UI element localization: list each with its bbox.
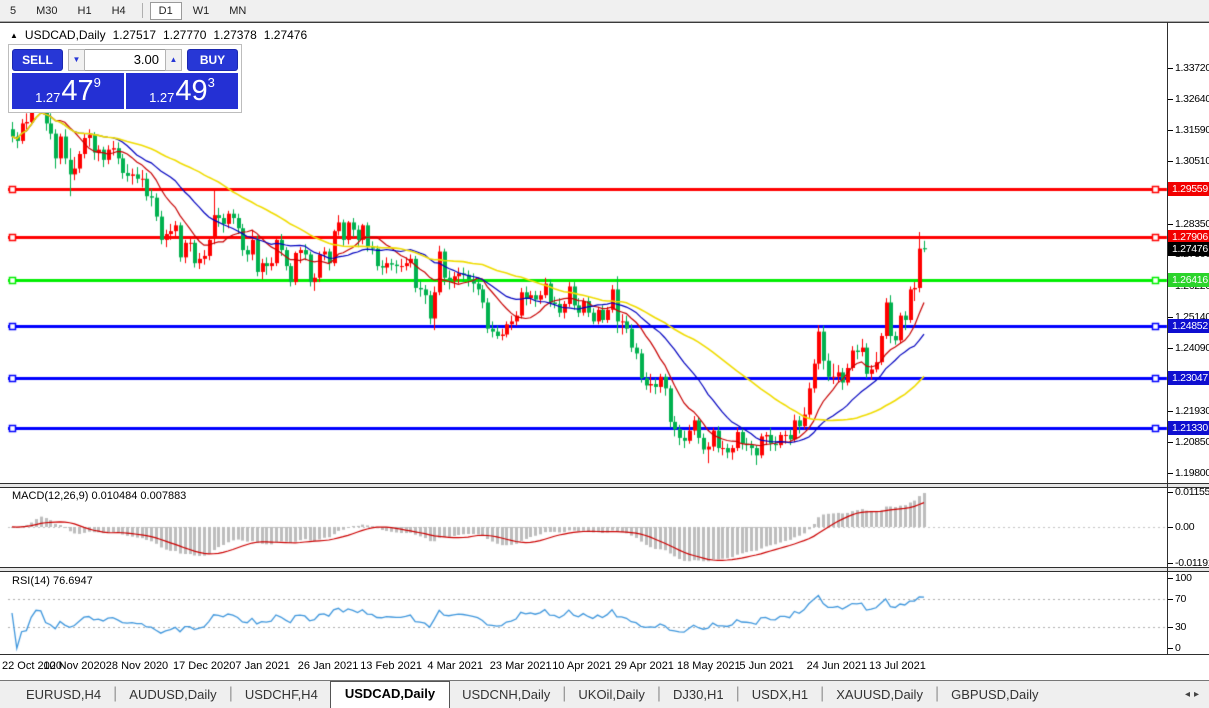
timeframe-button-w1[interactable]: W1 [184, 2, 219, 20]
price-tick: 1.20850 [1175, 435, 1209, 449]
price-tick: 1.30510 [1175, 154, 1209, 168]
price-tick: 1.24090 [1175, 341, 1209, 355]
buy-price-big: 49 [175, 77, 207, 106]
sell-price-display[interactable]: 1.27 47 9 [12, 73, 124, 109]
collapse-panel-icon[interactable]: ▲ [10, 31, 18, 40]
timeframe-button-5[interactable]: 5 [1, 2, 25, 20]
date-tick-label: 4 Mar 2021 [427, 660, 483, 672]
price-level-tag[interactable]: 1.29559 [1168, 182, 1209, 196]
rsi-tick: 100 [1175, 571, 1192, 585]
rsi-tick: 70 [1175, 592, 1186, 606]
timeframe-button-h1[interactable]: H1 [69, 2, 101, 20]
symbol-label: USDCAD,Daily [25, 28, 106, 42]
date-tick-label: 24 Jun 2021 [807, 660, 868, 672]
price-tick: 1.28350 [1175, 217, 1209, 231]
price-level-tag[interactable]: 1.26416 [1168, 273, 1209, 287]
buy-price-prefix: 1.27 [149, 90, 174, 105]
chart-tab-xauusd[interactable]: XAUUSD,Daily [824, 683, 935, 708]
chart-tab-usdx[interactable]: USDX,H1 [740, 683, 820, 708]
quote-high: 1.27770 [163, 28, 206, 42]
price-tick: 1.19800 [1175, 466, 1209, 480]
price-tick: 1.32640 [1175, 92, 1209, 106]
tab-scroll-right-icon: ▸ [1194, 689, 1203, 700]
volume-increase-button[interactable]: ▲ [165, 49, 182, 71]
sell-price-big: 47 [61, 77, 93, 106]
quote-close: 1.27476 [264, 28, 307, 42]
chart-tab-usdchf[interactable]: USDCHF,H4 [233, 683, 330, 708]
date-tick-label: 17 Dec 2020 [173, 660, 235, 672]
date-tick-label: 28 Nov 2020 [106, 660, 168, 672]
panel-splitter-rsi[interactable] [0, 567, 1209, 572]
date-tick-label: 10 Apr 2021 [552, 660, 611, 672]
date-axis[interactable]: 22 Oct 202010 Nov 202028 Nov 202017 Dec … [0, 655, 1167, 679]
chart-tab-gbpusd[interactable]: GBPUSD,Daily [939, 683, 1050, 708]
panel-splitter-macd[interactable] [0, 483, 1209, 488]
quote-low: 1.27378 [213, 28, 256, 42]
timeframe-button-d1[interactable]: D1 [150, 2, 182, 20]
date-tick-label: 13 Feb 2021 [360, 660, 422, 672]
date-tick-label: 26 Jan 2021 [298, 660, 359, 672]
price-axis-line [1167, 22, 1168, 655]
chart-tab-bar: EURUSD,H4|AUDUSD,Daily|USDCHF,H4USDCAD,D… [0, 680, 1209, 708]
price-level-tag[interactable]: 1.27476 [1168, 242, 1209, 256]
buy-button[interactable]: BUY [187, 49, 238, 71]
tab-scroll-arrows[interactable]: ◂▸ [1185, 689, 1203, 700]
price-tick: 1.21930 [1175, 404, 1209, 418]
date-tick-label: 13 Jul 2021 [869, 660, 926, 672]
chart-tab-dj30[interactable]: DJ30,H1 [661, 683, 736, 708]
timeframe-button-h4[interactable]: H4 [103, 2, 135, 20]
rsi-indicator-label: RSI(14) 76.6947 [12, 575, 93, 587]
date-tick-label: 23 Mar 2021 [490, 660, 552, 672]
price-axis[interactable]: 1.337201.326401.315901.305101.294301.283… [1168, 23, 1209, 655]
macd-indicator-label: MACD(12,26,9) 0.010484 0.007883 [12, 490, 186, 502]
sell-price-pip: 9 [94, 75, 101, 90]
chart-tab-eurusd[interactable]: EURUSD,H4 [14, 683, 113, 708]
sell-button[interactable]: SELL [12, 49, 63, 71]
chart-title: ▲ USDCAD,Daily 1.27517 1.27770 1.27378 1… [10, 28, 307, 42]
date-tick-label: 7 Jan 2021 [235, 660, 289, 672]
date-tick-label: 5 Jun 2021 [739, 660, 793, 672]
quote-open: 1.27517 [113, 28, 156, 42]
price-tick: 1.31590 [1175, 123, 1209, 137]
mt4-window: 5M30H1H4 D1W1MN ▲ USDCAD,Daily 1.27517 1.… [0, 0, 1209, 708]
timeframe-button-m30[interactable]: M30 [27, 2, 66, 20]
date-tick-label: 29 Apr 2021 [615, 660, 674, 672]
toolbar-separator [142, 3, 143, 18]
one-click-trading-panel: SELL ▼ ▲ BUY 1.27 47 9 1.27 49 3 [8, 44, 242, 113]
sell-price-prefix: 1.27 [35, 90, 60, 105]
timeframe-button-mn[interactable]: MN [220, 2, 255, 20]
volume-input[interactable] [85, 49, 165, 71]
date-tick-label: 18 May 2021 [677, 660, 741, 672]
price-tick: 1.33720 [1175, 61, 1209, 75]
timeframe-toolbar: 5M30H1H4 D1W1MN [0, 0, 1209, 22]
chart-frame-top [0, 22, 1209, 23]
rsi-tick: 30 [1175, 620, 1186, 634]
chart-tab-ukoil[interactable]: UKOil,Daily [566, 683, 656, 708]
buy-price-display[interactable]: 1.27 49 3 [126, 73, 238, 109]
chart-frame-bottom [0, 654, 1209, 655]
price-level-tag[interactable]: 1.24852 [1168, 319, 1209, 333]
chart-tab-usdcad[interactable]: USDCAD,Daily [330, 681, 450, 708]
price-level-tag[interactable]: 1.21330 [1168, 421, 1209, 435]
buy-price-pip: 3 [208, 75, 215, 90]
chart-tab-usdcnh[interactable]: USDCNH,Daily [450, 683, 562, 708]
macd-tick: 0.00 [1175, 520, 1194, 534]
volume-decrease-button[interactable]: ▼ [68, 49, 85, 71]
date-tick-label: 10 Nov 2020 [43, 660, 105, 672]
price-level-tag[interactable]: 1.23047 [1168, 371, 1209, 385]
chart-tab-audusd[interactable]: AUDUSD,Daily [117, 683, 228, 708]
tab-scroll-left-icon: ◂ [1185, 689, 1194, 700]
